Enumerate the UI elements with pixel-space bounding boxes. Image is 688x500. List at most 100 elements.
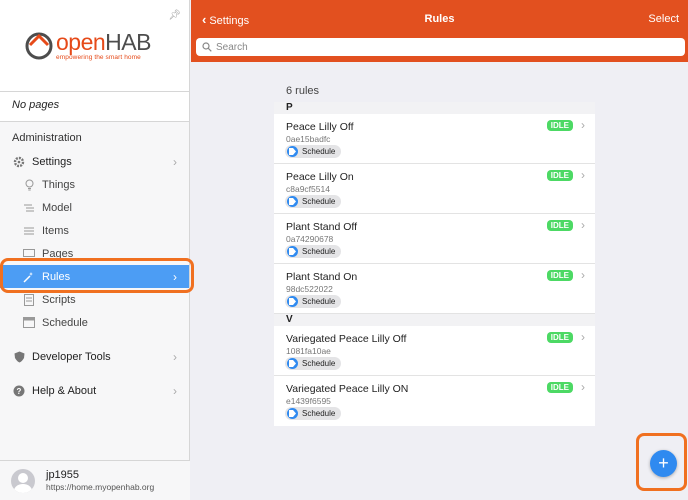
- sidebar-item-label: Things: [42, 178, 76, 191]
- search-icon: [202, 42, 212, 52]
- sidebar-item-schedule[interactable]: Schedule: [0, 311, 189, 334]
- status-badge: IDLE: [546, 120, 573, 131]
- tag-icon: [287, 146, 298, 157]
- tag-label: Schedule: [302, 297, 336, 306]
- avatar: [11, 469, 35, 493]
- svg-text:?: ?: [17, 387, 22, 396]
- list-icon: [22, 201, 36, 215]
- gear-icon: [12, 155, 26, 169]
- sidebar-item-settings[interactable]: Settings ›: [0, 150, 189, 173]
- add-rule-button[interactable]: +: [650, 450, 677, 477]
- rule-name: Peace Lilly On: [286, 171, 354, 183]
- select-button[interactable]: Select: [648, 13, 679, 25]
- sidebar-item-label: Help & About: [32, 384, 97, 397]
- tag-label: Schedule: [302, 197, 336, 206]
- tag-chip: Schedule: [285, 407, 342, 420]
- list-item[interactable]: Variegated Peace Lilly ON e1439f6595 Sch…: [274, 376, 595, 426]
- rule-name: Plant Stand Off: [286, 221, 358, 233]
- items-icon: [22, 224, 36, 238]
- search-input[interactable]: [216, 41, 656, 53]
- sidebar: 📌︎ openHAB empowering the smart home No …: [0, 0, 190, 500]
- administration-title: Administration: [12, 132, 82, 144]
- tag-icon: [287, 246, 298, 257]
- logo-tagline: empowering the smart home: [56, 54, 141, 61]
- rule-name: Variegated Peace Lilly Off: [286, 333, 407, 345]
- tag-chip: Schedule: [285, 245, 342, 258]
- openhab-logo-icon: [25, 32, 53, 60]
- logo-text-open: open: [56, 29, 106, 55]
- rule-id: 1081fa10ae: [286, 346, 331, 356]
- rules-list: P Peace Lilly Off 0ae15badfc Schedule ID…: [274, 102, 595, 426]
- sidebar-item-help-about[interactable]: ? Help & About ›: [0, 379, 189, 402]
- chevron-right-icon: ›: [173, 349, 177, 364]
- sidebar-item-label: Scripts: [42, 293, 76, 306]
- sidebar-item-label: Developer Tools: [32, 350, 111, 363]
- rule-id: 0a74290678: [286, 234, 334, 244]
- chevron-right-icon: ›: [581, 380, 585, 394]
- document-icon: [22, 293, 36, 307]
- shield-icon: [12, 350, 26, 364]
- page-title: Rules: [424, 13, 455, 25]
- no-pages-label: No pages: [0, 92, 189, 122]
- tag-label: Schedule: [302, 147, 336, 156]
- chevron-right-icon: ›: [581, 268, 585, 282]
- user-url: https://home.myopenhab.org: [46, 482, 155, 492]
- sidebar-item-label: Schedule: [42, 316, 88, 329]
- list-item[interactable]: Peace Lilly On c8a9cf5514 Schedule IDLE …: [274, 164, 595, 214]
- sidebar-item-things[interactable]: Things: [0, 173, 189, 196]
- header-bar: ‹ Settings Rules Select: [191, 0, 688, 62]
- rules-highlight-annotation: [0, 258, 194, 293]
- rule-id: 98dc522022: [286, 284, 333, 294]
- sidebar-item-developer-tools[interactable]: Developer Tools ›: [0, 345, 189, 368]
- sidebar-item-label: Items: [42, 224, 69, 237]
- chevron-right-icon: ›: [581, 330, 585, 344]
- rule-name: Peace Lilly Off: [286, 121, 354, 133]
- openhab-logo: openHAB empowering the smart home: [24, 30, 151, 61]
- rule-id: 0ae15badfc: [286, 134, 331, 144]
- tag-label: Schedule: [302, 247, 336, 256]
- tag-chip: Schedule: [285, 295, 342, 308]
- status-badge: IDLE: [546, 382, 573, 393]
- tag-chip: Schedule: [285, 145, 342, 158]
- rule-name: Variegated Peace Lilly ON: [286, 383, 409, 395]
- sidebar-item-items[interactable]: Items: [0, 219, 189, 242]
- tag-chip: Schedule: [285, 195, 342, 208]
- group-header: V: [274, 314, 595, 326]
- sidebar-item-model[interactable]: Model: [0, 196, 189, 219]
- chevron-right-icon: ›: [581, 218, 585, 232]
- sidebar-item-label: Model: [42, 201, 72, 214]
- list-item[interactable]: Plant Stand On 98dc522022 Schedule IDLE …: [274, 264, 595, 314]
- tag-icon: [287, 408, 298, 419]
- rule-name: Plant Stand On: [286, 271, 358, 283]
- tag-chip: Schedule: [285, 357, 342, 370]
- chevron-right-icon: ›: [173, 383, 177, 398]
- list-item[interactable]: Plant Stand Off 0a74290678 Schedule IDLE…: [274, 214, 595, 264]
- search-bar[interactable]: [196, 38, 685, 56]
- bulb-icon: [22, 178, 36, 192]
- list-item[interactable]: Variegated Peace Lilly Off 1081fa10ae Sc…: [274, 326, 595, 376]
- rule-id: c8a9cf5514: [286, 184, 330, 194]
- user-name: jp1955: [46, 469, 80, 481]
- status-badge: IDLE: [546, 170, 573, 181]
- chevron-right-icon: ›: [173, 154, 177, 169]
- rules-count: 6 rules: [286, 85, 320, 97]
- calendar-icon: [22, 316, 36, 330]
- tag-label: Schedule: [302, 359, 336, 368]
- logo-text-hab: HAB: [105, 29, 151, 55]
- rule-id: e1439f6595: [286, 396, 331, 406]
- status-badge: IDLE: [546, 270, 573, 281]
- tag-icon: [287, 196, 298, 207]
- user-profile[interactable]: jp1955 https://home.myopenhab.org: [0, 460, 190, 500]
- status-badge: IDLE: [546, 220, 573, 231]
- pin-icon[interactable]: 📌︎: [168, 10, 181, 21]
- status-badge: IDLE: [546, 332, 573, 343]
- chevron-right-icon: ›: [581, 118, 585, 132]
- list-item[interactable]: Peace Lilly Off 0ae15badfc Schedule IDLE…: [274, 114, 595, 164]
- logo-area: 📌︎ openHAB empowering the smart home: [0, 0, 189, 92]
- question-icon: ?: [12, 384, 26, 398]
- group-header: P: [274, 102, 595, 114]
- sidebar-item-label: Settings: [32, 155, 72, 168]
- tag-label: Schedule: [302, 409, 336, 418]
- tag-icon: [287, 296, 298, 307]
- chevron-right-icon: ›: [581, 168, 585, 182]
